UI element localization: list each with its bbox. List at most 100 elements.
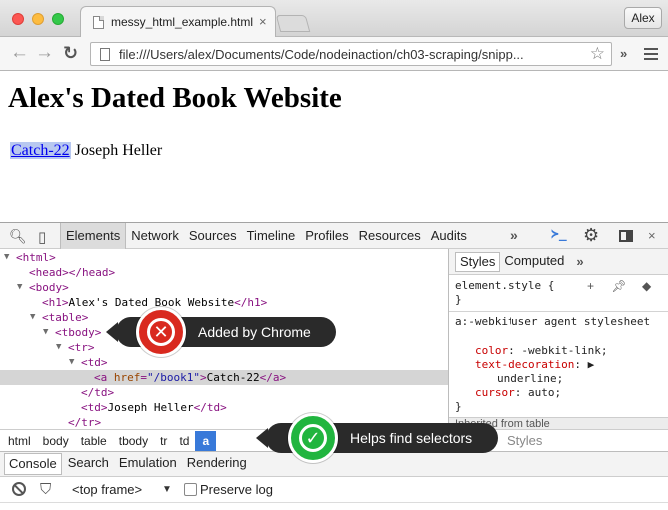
extensions-chevron-icon[interactable]: » (620, 46, 627, 61)
drawer-tab-rendering[interactable]: Rendering (183, 453, 251, 475)
callout-helps-find-selectors: ✓ Helps find selectors (256, 413, 498, 463)
bookmark-star-icon[interactable]: ☆ (590, 44, 605, 64)
window-close-button[interactable] (12, 13, 24, 25)
pin-icon[interactable]: 📌︎ (611, 279, 626, 293)
breadcrumb-tr[interactable]: tr (154, 431, 173, 451)
styles-tab-computed[interactable]: Computed (500, 252, 568, 272)
frame-select[interactable]: <top frame> (72, 482, 142, 497)
dom-node[interactable]: ▼ <html> (0, 250, 448, 265)
breadcrumb-td[interactable]: td (173, 431, 195, 451)
dom-open-tag: </tr> (68, 416, 102, 429)
console-toolbar: ⛉ <top frame> ▼ Preserve log (0, 477, 668, 503)
reload-icon[interactable]: ↻ (63, 43, 78, 63)
dom-open-tag: <a (94, 371, 108, 384)
css-property[interactable]: cursor: auto; (475, 386, 561, 400)
devtools-tabs: Elements Network Sources Timeline Profiles Re… (60, 223, 472, 249)
drawer-tab-console[interactable]: Console (4, 453, 62, 475)
tab-timeline[interactable]: Timeline (242, 223, 301, 249)
tab-resources[interactable]: Resources (354, 223, 426, 249)
add-rule-icon[interactable]: + (587, 279, 594, 293)
drawer-tab-emulation[interactable]: Emulation (115, 453, 181, 475)
tab-profiles[interactable]: Profiles (300, 223, 353, 249)
dom-close-tag: </h1> (234, 296, 268, 309)
breadcrumb-table[interactable]: table (75, 431, 113, 451)
expand-triangle-icon[interactable]: ▼ (43, 325, 48, 340)
forward-arrow-icon[interactable]: → (35, 43, 54, 63)
window-minimize-button[interactable] (32, 13, 44, 25)
error-badge-icon: ✕ (136, 307, 186, 357)
styles-tab-styles[interactable]: Styles (455, 251, 501, 272)
preserve-log-checkbox[interactable] (184, 483, 197, 496)
tab-sources[interactable]: Sources (184, 223, 242, 249)
css-property[interactable]: color: -webkit-link; (475, 344, 607, 358)
dom-open-tag: <tr> (68, 341, 95, 354)
expand-triangle-icon[interactable]: ▼ (17, 280, 22, 295)
dom-open-tag: </td> (81, 386, 115, 399)
rule-origin: user agent stylesheet (511, 315, 651, 329)
page-heading: Alex's Dated Book Website (8, 82, 342, 114)
filter-funnel-icon[interactable]: ⛉ (40, 481, 51, 498)
close-devtools-icon[interactable]: × (648, 228, 656, 243)
book-row: Catch-22 Joseph Heller (10, 142, 162, 160)
more-tabs-chevron-icon[interactable]: » (510, 227, 518, 243)
frame-select-caret-icon[interactable]: ▼ (162, 484, 172, 495)
tab-audits[interactable]: Audits (426, 223, 472, 249)
dom-node[interactable]: <td>Joseph Heller</td> (0, 400, 448, 415)
expand-triangle-icon[interactable]: ▼ (4, 250, 9, 265)
console-drawer-icon[interactable]: ≻_ (551, 227, 567, 242)
styles-tabs: Styles Computed » (449, 249, 668, 275)
expand-shorthand-icon[interactable]: ▶ (588, 358, 595, 371)
new-tab-button[interactable] (275, 15, 311, 32)
dom-open-tag: <html> (16, 251, 56, 264)
tab-elements[interactable]: Elements (60, 223, 127, 249)
browser-tab-active[interactable]: messy_html_example.html × (80, 6, 276, 37)
document-icon (93, 16, 104, 29)
back-arrow-icon[interactable]: ← (10, 43, 29, 63)
dom-node[interactable]: <h1>Alex's Dated Book Website</h1> (0, 295, 448, 310)
breadcrumb-body[interactable]: body (37, 431, 75, 451)
css-prop-value: -webkit-link; (521, 344, 608, 357)
inspect-magnifier-icon[interactable]: 🔍︎ (9, 228, 27, 245)
dom-open-tag: <table> (42, 311, 89, 324)
dom-node[interactable]: ▼ <td> (0, 355, 448, 370)
styles-more-chevron-icon[interactable]: » (576, 254, 583, 269)
dom-open-tag: <tbody> (55, 326, 102, 339)
gear-icon[interactable]: ⚙ (583, 225, 599, 246)
x-mark-icon: ✕ (147, 318, 175, 346)
expand-triangle-icon[interactable]: ▼ (30, 310, 35, 325)
check-mark-icon: ✓ (299, 424, 327, 452)
css-property[interactable]: underline; (497, 372, 563, 386)
dom-node[interactable]: </td> (0, 385, 448, 400)
css-property[interactable]: text-decoration: ▶ (475, 358, 594, 372)
clear-console-icon[interactable] (12, 482, 26, 496)
tab-close-icon[interactable]: × (259, 14, 267, 29)
breadcrumb-tbody[interactable]: tbody (113, 431, 154, 451)
book-link[interactable]: Catch-22 (10, 142, 71, 159)
breadcrumb-html[interactable]: html (2, 431, 37, 451)
dom-node[interactable]: <a href="/book1">Catch-22</a> (0, 370, 448, 385)
dom-open-tag: <head></head> (29, 266, 116, 279)
preserve-log-label[interactable]: Preserve log (200, 482, 273, 497)
breadcrumb-a[interactable]: a (195, 430, 217, 451)
drawer-tab-search[interactable]: Search (64, 453, 113, 475)
element-style-selector[interactable]: element.style { (455, 279, 554, 293)
browser-toolbar: ← → ↻ file:///Users/alex/Documents/Code/… (0, 37, 668, 71)
dock-side-icon[interactable] (619, 230, 633, 242)
expand-triangle-icon[interactable]: ▼ (69, 355, 74, 370)
dom-node[interactable]: ▼ <body> (0, 280, 448, 295)
css-prop-value: underline; (497, 372, 564, 385)
window-maximize-button[interactable] (52, 13, 64, 25)
tab-network[interactable]: Network (126, 223, 184, 249)
css-prop-value: auto; (528, 386, 562, 399)
profile-button[interactable]: Alex (624, 7, 662, 29)
dom-open-tag: <td> (81, 401, 108, 414)
dom-node[interactable]: <head></head> (0, 265, 448, 280)
hamburger-menu-icon[interactable] (644, 48, 658, 60)
color-format-icon[interactable]: ◆ (642, 279, 651, 293)
rule-close: } (455, 400, 462, 413)
device-mode-icon[interactable]: ▯ (38, 228, 46, 246)
callout-red-text: Added by Chrome (198, 324, 311, 340)
expand-triangle-icon[interactable]: ▼ (56, 340, 61, 355)
address-bar[interactable]: file:///Users/alex/Documents/Code/nodein… (90, 42, 612, 66)
url-text[interactable]: file:///Users/alex/Documents/Code/nodein… (119, 47, 524, 62)
